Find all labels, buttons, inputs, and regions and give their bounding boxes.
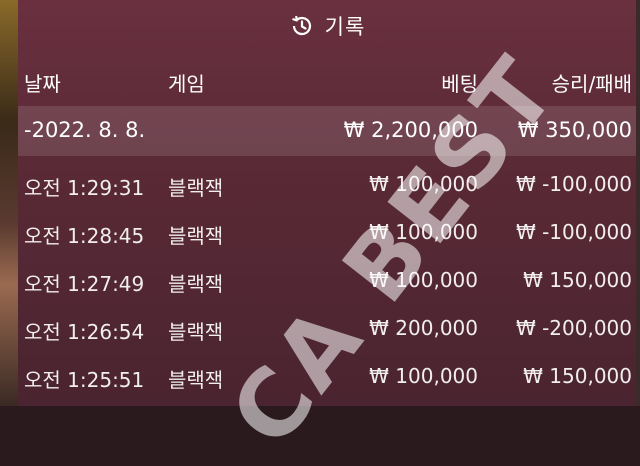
summary-date: -2022. 8. 8. [24,118,146,142]
row-win-loss: ₩ 150,000 [523,364,632,388]
row-win-loss: ₩ -100,000 [515,172,632,196]
column-header-game: 게임 [168,72,205,96]
row-time: 오전 1:27:49 [24,272,145,296]
row-time: 오전 1:26:54 [24,320,145,344]
row-time: 오전 1:29:31 [24,176,145,200]
panel-header: 기록 [18,0,636,52]
row-game: 블랙잭 [168,272,224,296]
history-icon [289,13,315,39]
row-game: 블랙잭 [168,320,224,344]
row-game: 블랙잭 [168,368,224,392]
row-win-loss: ₩ -200,000 [515,316,632,340]
column-header-date: 날짜 [24,72,61,96]
row-game: 블랙잭 [168,176,224,200]
row-time: 오전 1:25:51 [24,368,145,392]
row-bet: ₩ 100,000 [369,364,478,388]
page-title: 기록 [324,15,366,39]
row-time: 오전 1:28:45 [24,224,145,248]
row-win-loss: ₩ -100,000 [515,220,632,244]
row-win-loss: ₩ 150,000 [523,268,632,292]
row-game: 블랙잭 [168,224,224,248]
table-row[interactable]: 오전 1:29:31 블랙잭 ₩ 100,000 ₩ -100,000 [18,160,636,208]
